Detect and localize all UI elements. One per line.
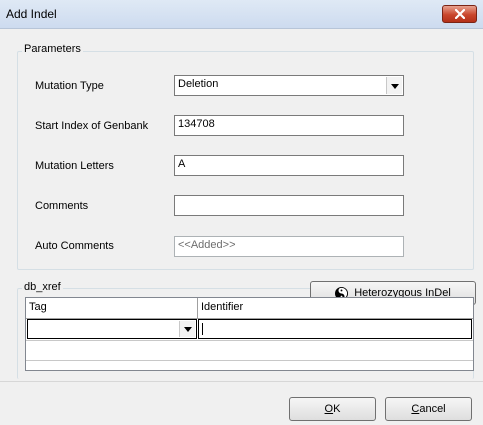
ok-button-label: OK [324, 403, 341, 415]
column-divider[interactable] [197, 298, 198, 318]
parameters-legend: Parameters [22, 43, 83, 55]
cancel-button[interactable]: Cancel [385, 397, 472, 421]
db-xref-legend: db_xref [22, 281, 63, 293]
db-xref-grid[interactable]: Tag Identifier [25, 297, 474, 371]
ok-button[interactable]: OK [289, 397, 376, 421]
start-index-input[interactable]: 134708 [174, 115, 404, 136]
footer-separator [0, 381, 483, 382]
auto-comments-input: <<Added>> [174, 236, 404, 257]
row-divider [26, 360, 473, 361]
comments-label: Comments [35, 200, 89, 212]
comments-input[interactable] [174, 195, 404, 216]
close-icon [454, 9, 465, 19]
dropdown-button[interactable] [386, 77, 402, 94]
grid-header: Tag Identifier [26, 298, 473, 319]
window-title: Add Indel [6, 7, 57, 21]
tag-cell-select[interactable] [27, 319, 197, 339]
title-bar[interactable]: Add Indel [0, 0, 483, 29]
close-button[interactable] [442, 5, 477, 23]
mutation-type-value: Deletion [178, 78, 219, 90]
tag-dropdown-button[interactable] [179, 321, 195, 337]
identifier-cell-input[interactable] [198, 319, 472, 339]
column-header-tag[interactable]: Tag [29, 301, 47, 313]
chevron-down-icon [390, 80, 399, 92]
mutation-type-label: Mutation Type [35, 80, 104, 92]
cancel-button-label: Cancel [411, 403, 446, 415]
start-index-label: Start Index of Genbank [35, 120, 149, 132]
text-caret [202, 323, 203, 335]
row-divider [26, 340, 473, 341]
mutation-letters-label: Mutation Letters [35, 160, 114, 172]
mutation-type-select[interactable]: Deletion [174, 75, 404, 96]
chevron-down-icon [183, 323, 192, 335]
auto-comments-label: Auto Comments [35, 240, 114, 252]
column-header-identifier[interactable]: Identifier [201, 301, 243, 313]
add-indel-dialog: Add Indel Parameters Mutation Type Delet… [0, 0, 483, 425]
mutation-letters-input[interactable]: A [174, 155, 404, 176]
